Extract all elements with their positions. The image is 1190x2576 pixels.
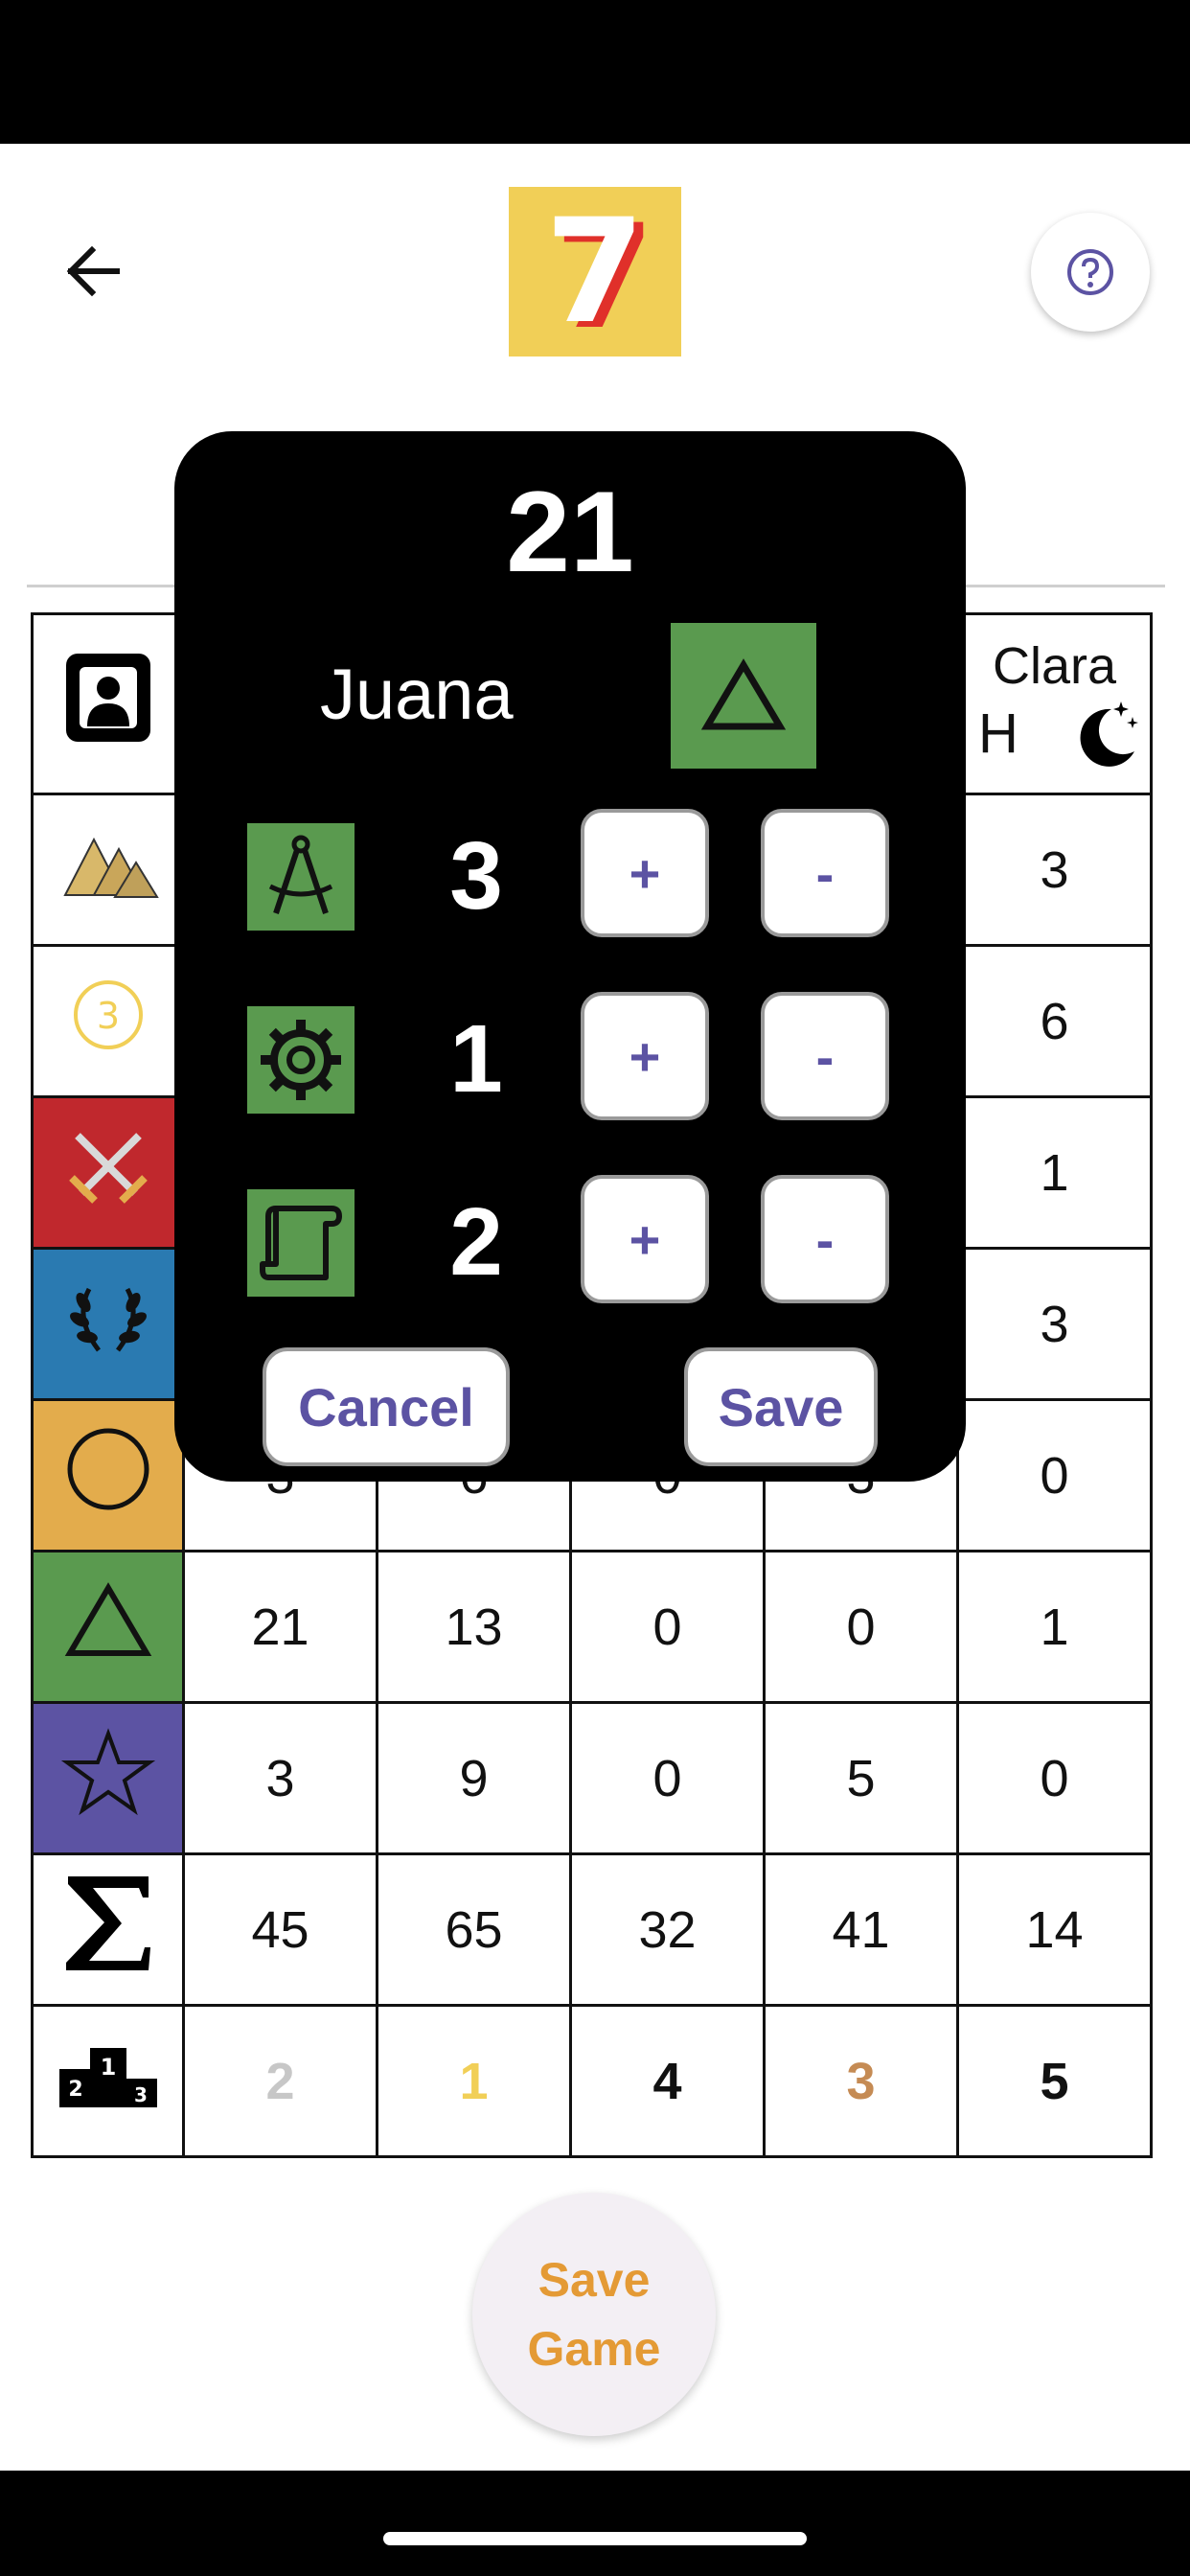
sigma-icon [65, 1876, 150, 1970]
svg-text:3: 3 [134, 2083, 148, 2106]
player-side: H [978, 702, 1018, 765]
player-header-clara[interactable]: Clara H [956, 612, 1153, 795]
gear-count: 1 [449, 1005, 503, 1113]
category-icon-cell: 3 [31, 944, 185, 1098]
cancel-button[interactable]: Cancel [263, 1347, 510, 1466]
scroll-decrement-button[interactable]: - [761, 1175, 889, 1303]
gear-row: 1 + - [174, 992, 966, 1126]
score-cell[interactable]: 3 [956, 793, 1153, 947]
pyramids-icon [62, 837, 159, 898]
svg-text:2: 2 [68, 2078, 82, 2102]
score-cell[interactable]: 0 [956, 1701, 1153, 1855]
category-icon-cell: 1 2 3 [31, 2004, 185, 2158]
gear-tile [247, 1006, 355, 1114]
scroll-icon [260, 1206, 342, 1280]
rank-cell: 3 [763, 2004, 959, 2158]
scroll-row: 2 + - [174, 1175, 966, 1309]
rank-cell: 5 [956, 2004, 1153, 2158]
portrait-icon [65, 654, 150, 742]
crossed-swords-icon [68, 1133, 148, 1204]
home-bar [0, 2471, 1190, 2576]
save-button[interactable]: Save [684, 1347, 878, 1466]
save-game-label: Save Game [528, 2245, 661, 2383]
compass-increment-button[interactable]: + [581, 809, 709, 937]
coin-three-icon: 3 [73, 980, 143, 1049]
compass-count: 3 [449, 822, 503, 930]
dialog-player-name: Juana [320, 655, 514, 734]
question-circle-icon [1067, 249, 1113, 295]
help-button[interactable] [1031, 213, 1150, 332]
gear-icon [261, 1020, 341, 1100]
compass-tile [247, 823, 355, 931]
score-cell[interactable]: 0 [569, 1550, 766, 1704]
player-side-row: H [959, 696, 1150, 772]
total-cell: 65 [376, 1852, 572, 2007]
gear-decrement-button[interactable]: - [761, 992, 889, 1120]
triangle-icon [64, 1582, 151, 1656]
logo-text: 7 [544, 188, 646, 356]
moon-stars-icon [1080, 701, 1138, 767]
score-cell[interactable]: 6 [956, 944, 1153, 1098]
category-icon-cell [31, 1247, 185, 1401]
ranks-row: 1 2 3 2 1 4 3 5 [31, 2004, 1153, 2158]
score-cell[interactable]: 1 [956, 1095, 1153, 1250]
category-icon-cell [31, 1398, 185, 1552]
triangle-icon [700, 658, 787, 730]
category-icon-cell [31, 1095, 185, 1250]
gear-increment-button[interactable]: + [581, 992, 709, 1120]
scroll-increment-button[interactable]: + [581, 1175, 709, 1303]
save-game-label-line1: Save [538, 2253, 651, 2307]
scroll-tile [247, 1189, 355, 1297]
podium-icon: 1 2 3 [58, 2048, 157, 2107]
save-game-label-line2: Game [527, 2322, 661, 2376]
dialog-score: 21 [506, 468, 634, 596]
compass-icon [268, 835, 333, 914]
star-icon [60, 1728, 155, 1816]
score-cell[interactable]: 0 [956, 1398, 1153, 1552]
score-cell[interactable]: 0 [763, 1550, 959, 1704]
app-logo: 7 [509, 187, 681, 356]
dialog-category-badge [671, 623, 816, 769]
total-cell: 41 [763, 1852, 959, 2007]
compass-row: 3 + - [174, 809, 966, 943]
scroll-count: 2 [449, 1188, 503, 1296]
category-icon-cell [31, 1550, 185, 1704]
total-cell: 32 [569, 1852, 766, 2007]
score-cell[interactable]: 21 [182, 1550, 378, 1704]
category-icon-cell [31, 1701, 185, 1855]
arrow-left-icon [66, 245, 120, 297]
laurel-wreath-icon [69, 1287, 147, 1352]
category-row: 21 13 0 0 1 [31, 1550, 1153, 1704]
category-icon-cell [31, 793, 185, 947]
score-edit-dialog: 21 Juana 3 + - 1 + - 2 + - Cancel Save [174, 431, 966, 1482]
save-game-button[interactable]: Save Game [472, 2193, 716, 2436]
score-cell[interactable]: 3 [182, 1701, 378, 1855]
home-indicator[interactable] [383, 2532, 807, 2545]
total-cell: 45 [182, 1852, 378, 2007]
back-button[interactable] [54, 238, 130, 305]
player-name: Clara [992, 636, 1117, 695]
score-cell[interactable]: 5 [763, 1701, 959, 1855]
rank-cell: 4 [569, 2004, 766, 2158]
total-cell: 14 [956, 1852, 1153, 2007]
svg-text:1: 1 [100, 2054, 116, 2081]
rank-cell: 1 [376, 2004, 572, 2158]
player-header-icon-cell [31, 612, 185, 795]
rank-cell: 2 [182, 2004, 378, 2158]
circle-icon [67, 1428, 149, 1510]
score-cell[interactable]: 0 [569, 1701, 766, 1855]
totals-row: 45 65 32 41 14 [31, 1852, 1153, 2007]
svg-text:3: 3 [96, 995, 119, 1037]
category-row: 3 9 0 5 0 [31, 1701, 1153, 1855]
score-cell[interactable]: 13 [376, 1550, 572, 1704]
compass-decrement-button[interactable]: - [761, 809, 889, 937]
category-icon-cell [31, 1852, 185, 2007]
score-cell[interactable]: 3 [956, 1247, 1153, 1401]
status-bar [0, 0, 1190, 144]
score-cell[interactable]: 1 [956, 1550, 1153, 1704]
score-cell[interactable]: 9 [376, 1701, 572, 1855]
